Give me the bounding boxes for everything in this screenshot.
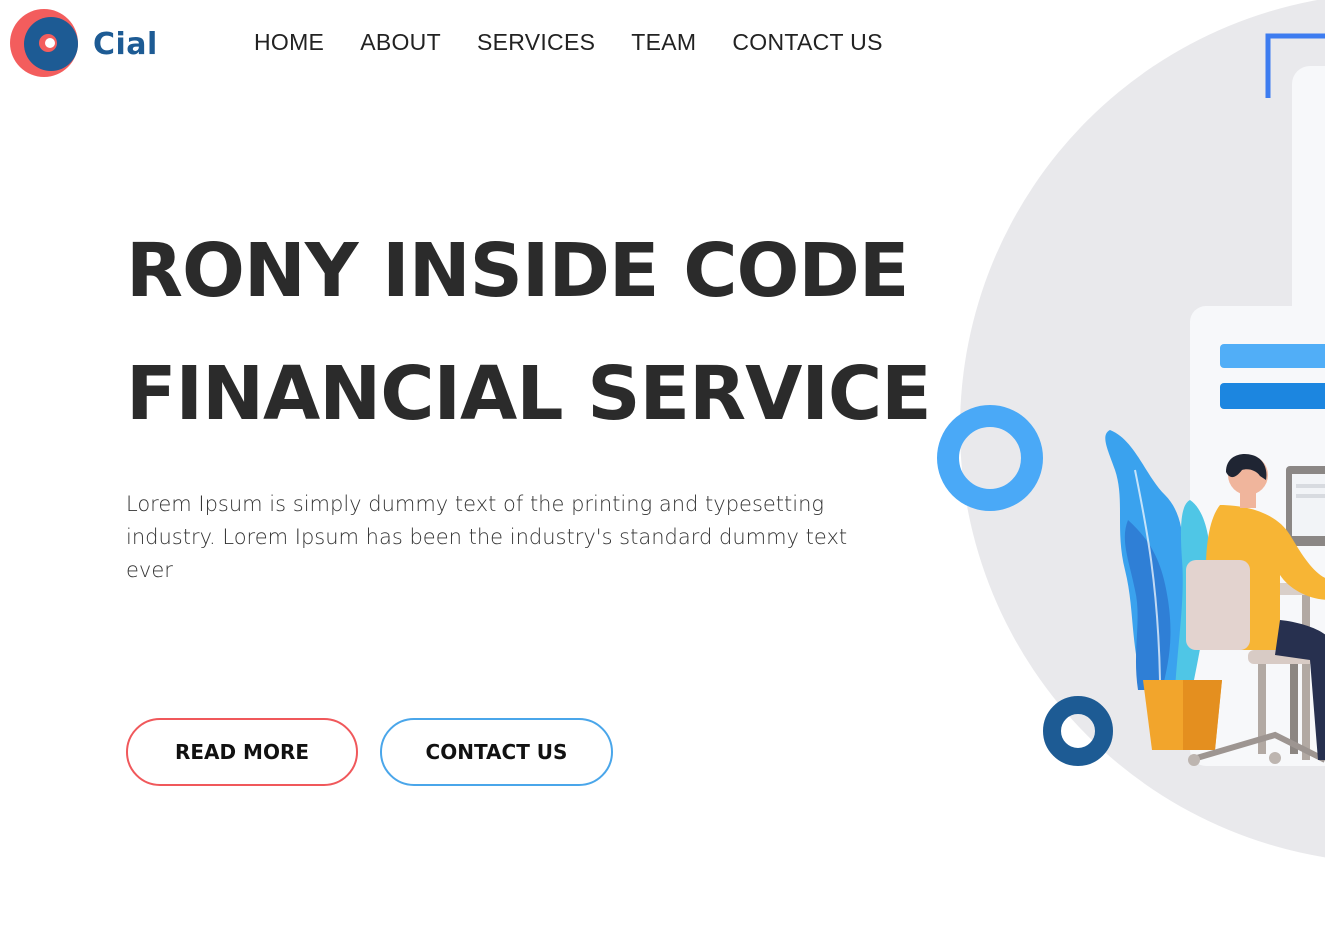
nav-contact-us[interactable]: CONTACT US	[732, 26, 882, 58]
contact-us-button[interactable]: CONTACT US	[380, 718, 613, 786]
landing-page: Cial HOME ABOUT SERVICES TEAM CONTACT US…	[0, 0, 1325, 935]
logo-text: Cial	[93, 27, 158, 62]
nav-about[interactable]: ABOUT	[360, 26, 441, 58]
main-nav: HOME ABOUT SERVICES TEAM CONTACT US	[254, 26, 919, 58]
person-at-desk-illustration	[937, 0, 1325, 858]
logo-mark-icon	[10, 9, 78, 77]
nav-home[interactable]: HOME	[254, 26, 324, 58]
hero-title: RONY INSIDE CODE FINANCIAL SERVICE	[126, 210, 932, 456]
hero-title-line-1: RONY INSIDE CODE	[126, 228, 909, 314]
logo[interactable]: Cial	[10, 9, 160, 79]
read-more-button[interactable]: READ MORE	[126, 718, 358, 786]
hero-title-line-2: FINANCIAL SERVICE	[126, 351, 932, 437]
dark-blue-ring-decoration	[1043, 696, 1113, 766]
nav-team[interactable]: TEAM	[631, 26, 696, 58]
hero-description: Lorem Ipsum is simply dummy text of the …	[126, 492, 848, 582]
nav-services[interactable]: SERVICES	[477, 26, 595, 58]
